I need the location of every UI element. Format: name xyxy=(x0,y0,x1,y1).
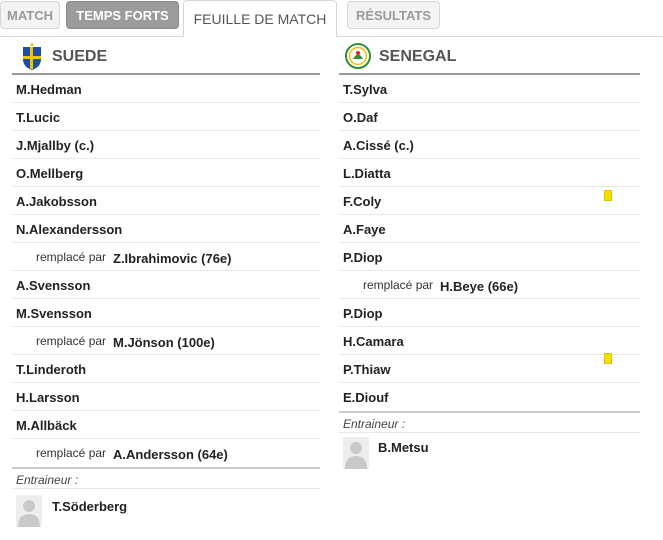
coach-name[interactable]: T.Söderberg xyxy=(52,499,127,514)
match-tabs: MATCH TEMPS FORTS FEUILLE DE MATCH RÉSUL… xyxy=(0,0,663,37)
player-name[interactable]: H.Larsson xyxy=(16,390,80,405)
player-row: E.Diouf xyxy=(339,383,640,411)
substitution-row: remplacé par H.Beye (66e) xyxy=(339,271,640,299)
player-row: T.Lucic xyxy=(12,103,320,131)
coach-row: B.Metsu xyxy=(339,433,640,473)
substitution-row: remplacé par Z.Ibrahimovic (76e) xyxy=(12,243,320,271)
player-row: H.Larsson xyxy=(12,383,320,411)
player-row: A.Jakobsson xyxy=(12,187,320,215)
player-row: H.Camara xyxy=(339,327,640,355)
coach-label: Entraineur : xyxy=(339,413,640,433)
player-name[interactable]: A.Jakobsson xyxy=(16,194,97,209)
away-team-name: SENEGAL xyxy=(379,48,457,65)
player-row: T.Linderoth xyxy=(12,355,320,383)
substitution-row: remplacé par M.Jönson (100e) xyxy=(12,327,320,355)
substitute-name[interactable]: Z.Ibrahimovic (76e) xyxy=(113,251,231,266)
tab-match[interactable]: MATCH xyxy=(0,1,60,29)
away-team-header: SENEGAL xyxy=(339,37,640,75)
player-name[interactable]: N.Alexandersson xyxy=(16,222,122,237)
coach-label: Entraineur : xyxy=(12,469,320,489)
player-name[interactable]: M.Svensson xyxy=(16,306,92,321)
player-row: A.Cissé (c.) xyxy=(339,131,640,159)
player-name[interactable]: O.Mellberg xyxy=(16,166,83,181)
player-row: M.Svensson xyxy=(12,299,320,327)
player-row: A.Faye xyxy=(339,215,640,243)
player-name[interactable]: J.Mjallby (c.) xyxy=(16,138,94,153)
player-row: N.Alexandersson xyxy=(12,215,320,243)
replaced-by-label: remplacé par xyxy=(363,278,434,292)
player-row: O.Daf xyxy=(339,103,640,131)
player-name[interactable]: P.Diop xyxy=(343,250,383,265)
substitute-name[interactable]: A.Andersson (64e) xyxy=(113,447,228,462)
player-name[interactable]: T.Lucic xyxy=(16,110,60,125)
substitute-name[interactable]: M.Jönson (100e) xyxy=(113,335,215,350)
yellow-card-icon xyxy=(604,353,612,364)
coach-row: T.Söderberg xyxy=(12,489,320,529)
player-row: P.Thiaw xyxy=(339,353,640,383)
player-row: P.Diop xyxy=(339,299,640,327)
coach-name[interactable]: B.Metsu xyxy=(378,440,429,455)
person-silhouette-icon xyxy=(16,495,42,527)
player-row: L.Diatta xyxy=(339,159,640,187)
replaced-by-label: remplacé par xyxy=(36,446,107,460)
player-name[interactable]: M.Allbäck xyxy=(16,418,77,433)
player-name[interactable]: P.Thiaw xyxy=(343,362,390,377)
substitution-row: remplacé par A.Andersson (64e) xyxy=(12,439,320,467)
player-name[interactable]: T.Linderoth xyxy=(16,362,86,377)
player-name[interactable]: A.Cissé (c.) xyxy=(343,138,414,153)
person-silhouette-icon xyxy=(343,437,369,469)
replaced-by-label: remplacé par xyxy=(36,334,107,348)
player-row: F.Coly xyxy=(339,187,640,215)
player-name[interactable]: E.Diouf xyxy=(343,390,389,405)
player-row: P.Diop xyxy=(339,243,640,271)
player-row: J.Mjallby (c.) xyxy=(12,131,320,159)
senegal-federation-crest-icon xyxy=(345,43,371,69)
home-team-header: SUEDE xyxy=(12,37,320,75)
yellow-card-icon xyxy=(604,190,612,201)
player-row: O.Mellberg xyxy=(12,159,320,187)
tab-feuille-de-match[interactable]: FEUILLE DE MATCH xyxy=(183,0,337,37)
player-name[interactable]: P.Diop xyxy=(343,306,383,321)
player-name[interactable]: L.Diatta xyxy=(343,166,391,181)
player-name[interactable]: A.Faye xyxy=(343,222,386,237)
tab-temps-forts[interactable]: TEMPS FORTS xyxy=(66,1,179,29)
player-row: A.Svensson xyxy=(12,271,320,299)
player-name[interactable]: A.Svensson xyxy=(16,278,90,293)
home-team-name: SUEDE xyxy=(52,48,108,65)
away-lineup: SENEGAL T.Sylva O.Daf A.Cissé (c.) L.Dia… xyxy=(339,37,640,473)
player-name[interactable]: H.Camara xyxy=(343,334,404,349)
player-name[interactable]: O.Daf xyxy=(343,110,378,125)
player-name[interactable]: T.Sylva xyxy=(343,82,387,97)
player-name[interactable]: F.Coly xyxy=(343,194,381,209)
player-row: T.Sylva xyxy=(339,75,640,103)
substitute-name[interactable]: H.Beye (66e) xyxy=(440,279,518,294)
player-row: M.Allbäck xyxy=(12,411,320,439)
player-name[interactable]: M.Hedman xyxy=(16,82,82,97)
tab-resultats[interactable]: RÉSULTATS xyxy=(347,1,440,29)
sweden-federation-crest-icon xyxy=(23,42,41,70)
player-row: M.Hedman xyxy=(12,75,320,103)
home-lineup: SUEDE M.Hedman T.Lucic J.Mjallby (c.) O.… xyxy=(12,37,320,529)
replaced-by-label: remplacé par xyxy=(36,250,107,264)
